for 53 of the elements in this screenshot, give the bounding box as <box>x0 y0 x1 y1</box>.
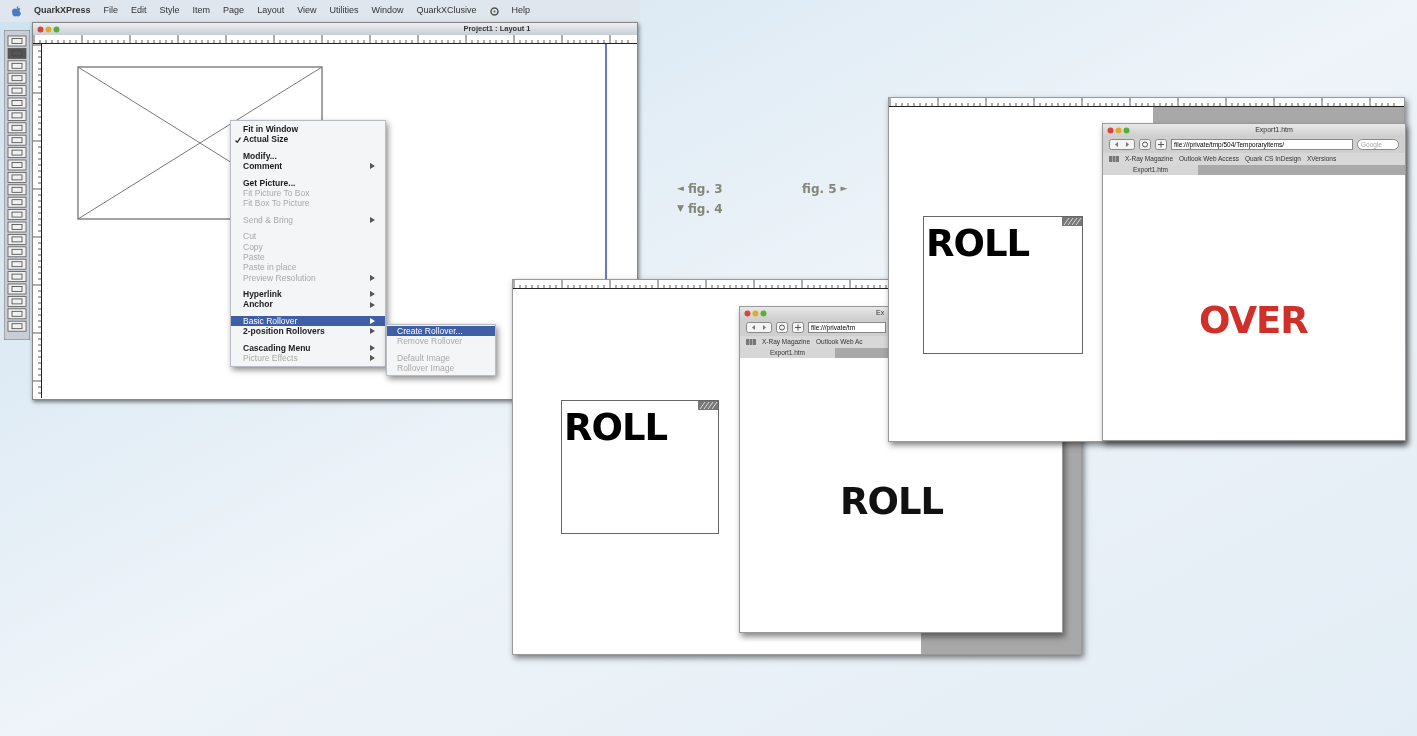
menu-bar-item[interactable]: Window <box>371 4 404 18</box>
caption-arrow: ► <box>840 182 848 196</box>
menu-bar-item[interactable]: File <box>103 4 119 18</box>
plus-icon[interactable] <box>792 322 804 333</box>
caption-label: fig. 4 <box>687 201 723 218</box>
checkmark-icon <box>235 136 241 143</box>
window-controls-icon[interactable] <box>744 309 768 317</box>
menu-bar-item[interactable]: Layout <box>257 4 285 18</box>
window-controls-icon[interactable] <box>37 25 61 33</box>
menu-item[interactable]: Modify... <box>231 150 385 162</box>
menu-bar-item[interactable]: View <box>297 4 317 18</box>
menu-bar-item[interactable]: QuarkXPress <box>34 4 91 18</box>
menu-bar-item[interactable]: Edit <box>131 4 147 18</box>
menu-item[interactable]: Basic Rollover <box>231 315 385 327</box>
caption-arrow: ◄ <box>677 182 684 196</box>
page-text: OVER <box>1199 302 1308 339</box>
plus-icon[interactable] <box>1155 139 1167 150</box>
menu-bar-item[interactable]: Help <box>511 4 531 18</box>
back-forward-icon[interactable] <box>746 322 772 333</box>
menu-item[interactable]: Comment <box>231 161 385 172</box>
menu-item[interactable]: Fit in Window <box>231 124 385 135</box>
menu-bar-item[interactable]: Item <box>192 4 211 18</box>
tool-palette-drawing[interactable] <box>4 30 30 340</box>
caption-label: fig. 5 <box>802 181 837 198</box>
menu-bar-item[interactable]: Utilities <box>329 4 359 18</box>
window-controls-icon[interactable] <box>1107 126 1131 134</box>
menu-item[interactable]: Cascading Menu <box>231 342 385 354</box>
caption-arrow: ▼ <box>677 202 684 216</box>
caption-label: fig. 3 <box>687 181 723 198</box>
menu-item[interactable]: Actual Size <box>231 134 385 145</box>
reload-icon[interactable] <box>776 322 788 333</box>
rollover-text: ROLL <box>564 409 668 446</box>
back-forward-icon[interactable] <box>1109 139 1135 150</box>
menu-item[interactable]: Create Rollover... <box>387 326 495 337</box>
apple-menu-icon[interactable] <box>12 5 21 17</box>
menu-item[interactable]: Anchor <box>231 299 385 310</box>
script-menu-icon[interactable] <box>489 6 499 16</box>
menu-bar-item[interactable]: Style <box>159 4 180 18</box>
menu-item[interactable]: Get Picture... <box>231 177 385 188</box>
menu-bar-item[interactable]: QuarkXClusive <box>416 4 477 18</box>
page-text: ROLL <box>840 483 944 520</box>
text-box[interactable]: ROLL <box>923 216 1083 354</box>
submenu-arrow-icon <box>370 274 375 281</box>
rollover-icon <box>1062 217 1082 226</box>
menu-item[interactable]: Hyperlink <box>231 289 385 300</box>
reload-icon[interactable] <box>1139 139 1151 150</box>
rollover-icon <box>698 401 718 410</box>
menu-item[interactable]: 2-position Rollovers <box>231 326 385 337</box>
menu-bar-item[interactable]: Page <box>223 4 245 18</box>
submenu-arrow-icon <box>370 216 375 223</box>
text-box[interactable]: ROLL <box>561 400 719 534</box>
rollover-text: ROLL <box>926 225 1030 262</box>
submenu-arrow-icon <box>370 163 375 170</box>
